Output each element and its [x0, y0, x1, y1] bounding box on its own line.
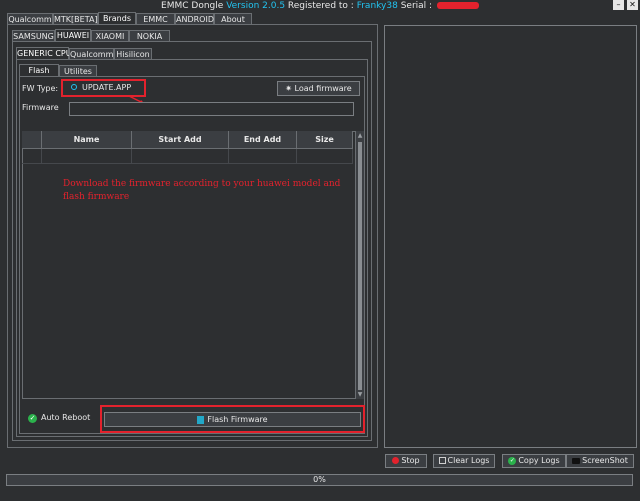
- stop-label: Stop: [401, 456, 420, 465]
- serial-label: Serial :: [400, 1, 433, 11]
- fw-type-label: FW Type:: [22, 84, 59, 93]
- table-header-start-add: Start Add: [132, 131, 229, 149]
- annotation-note: Download the firmware according to your …: [63, 179, 341, 202]
- app-name: EMMC Dongle: [161, 1, 224, 11]
- load-icon: ✷: [285, 84, 292, 93]
- table-header-end-add: End Add: [229, 131, 297, 149]
- screenshot-label: ScreenShot: [582, 456, 628, 465]
- stop-icon: [392, 457, 400, 464]
- minimize-button[interactable]: –: [613, 0, 624, 10]
- clear-logs-button[interactable]: Clear Logs: [433, 454, 495, 468]
- flash-firmware-label: Flash Firmware: [207, 415, 268, 424]
- radio-icon[interactable]: [71, 84, 77, 90]
- table-header-size: Size: [297, 131, 353, 149]
- table-header-select: [22, 131, 42, 149]
- progress-label: 0%: [313, 475, 326, 484]
- serial-redaction: [436, 2, 479, 9]
- table-cell: [132, 149, 229, 164]
- copy-logs-label: Copy Logs: [518, 456, 560, 465]
- table-cell: [229, 149, 297, 164]
- clear-icon: [438, 457, 446, 464]
- registered-user: Franky38: [356, 1, 398, 11]
- fw-type-option[interactable]: UPDATE.APP: [82, 83, 131, 92]
- table-cell: [42, 149, 132, 164]
- screenshot-button[interactable]: ScreenShot: [566, 454, 634, 468]
- flash-icon: [197, 415, 205, 424]
- flash-firmware-button[interactable]: Flash Firmware: [104, 412, 361, 427]
- scroll-down-icon[interactable]: ▼: [357, 392, 363, 398]
- load-firmware-label: Load firmware: [294, 84, 352, 93]
- log-panel: [384, 25, 637, 448]
- check-icon[interactable]: ✓: [28, 414, 37, 423]
- copy-logs-button[interactable]: ✓ Copy Logs: [502, 454, 566, 468]
- firmware-label: Firmware: [22, 103, 59, 112]
- table-cell: [297, 149, 353, 164]
- progress-bar: 0%: [6, 474, 633, 486]
- close-button[interactable]: ✕: [627, 0, 638, 10]
- stop-button[interactable]: Stop: [385, 454, 427, 468]
- app-version: Version 2.0.5: [226, 1, 286, 11]
- registered-label: Registered to :: [287, 1, 354, 11]
- load-firmware-button[interactable]: ✷ Load firmware: [277, 81, 360, 96]
- partition-table: [22, 131, 356, 399]
- window-title: EMMC Dongle Version 2.0.5 Registered to …: [0, 1, 640, 11]
- table-header-name: Name: [42, 131, 132, 149]
- table-cell: [22, 149, 42, 164]
- copy-icon: ✓: [508, 456, 517, 465]
- auto-reboot-label[interactable]: Auto Reboot: [41, 413, 90, 422]
- camera-icon: [572, 457, 581, 464]
- firmware-path-input[interactable]: [69, 102, 354, 116]
- clear-logs-label: Clear Logs: [447, 456, 490, 465]
- scroll-up-icon[interactable]: ▲: [357, 133, 363, 139]
